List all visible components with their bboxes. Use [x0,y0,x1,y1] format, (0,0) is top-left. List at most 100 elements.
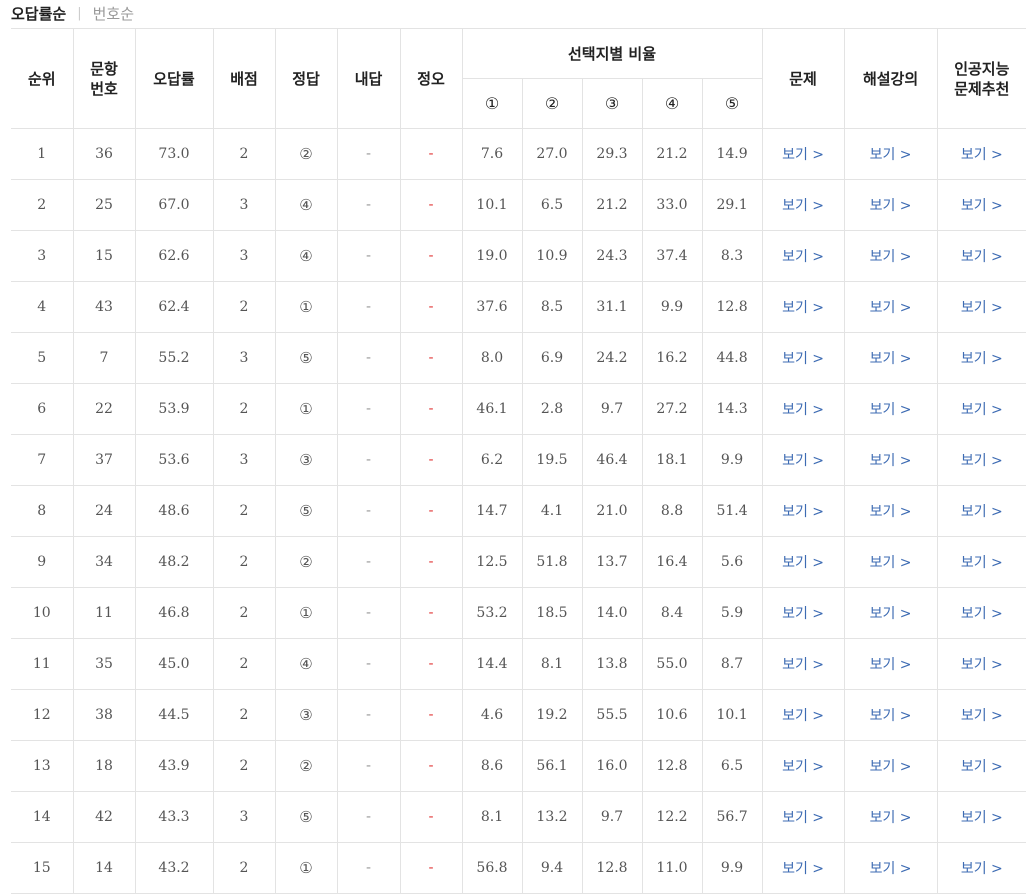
correct-wrong-cell: - [399,689,463,741]
view-lecture-link[interactable]: 보기 > [870,300,912,316]
lecture-cell: 보기 > [843,842,938,894]
choice-5-ratio-cell: 6.5 [701,740,763,792]
view-lecture-link[interactable]: 보기 > [870,402,912,418]
ai-recommend-cell: 보기 > [936,638,1026,690]
view-lecture-link[interactable]: 보기 > [870,606,912,622]
choice-5-ratio-cell: 56.7 [701,791,763,843]
view-ai-recommend-link[interactable]: 보기 > [961,708,1003,724]
view-ai-recommend-link[interactable]: 보기 > [961,861,1003,877]
lecture-cell: 보기 > [843,791,938,843]
view-ai-recommend-link[interactable]: 보기 > [961,249,1003,265]
view-problem-link[interactable]: 보기 > [782,657,824,673]
view-ai-recommend-link[interactable]: 보기 > [961,810,1003,826]
view-ai-recommend-link[interactable]: 보기 > [961,453,1003,469]
view-ai-recommend-link[interactable]: 보기 > [961,351,1003,367]
view-lecture-link[interactable]: 보기 > [870,504,912,520]
view-problem-link[interactable]: 보기 > [782,453,824,469]
view-ai-recommend-link[interactable]: 보기 > [961,657,1003,673]
view-ai-recommend-link[interactable]: 보기 > [961,300,1003,316]
view-ai-recommend-link[interactable]: 보기 > [961,198,1003,214]
choice-1-ratio-cell: 10.1 [461,179,523,231]
wrong-rate-cell: 62.6 [134,230,214,282]
view-problem-link[interactable]: 보기 > [782,147,824,163]
lecture-cell: 보기 > [843,587,938,639]
points-cell: 2 [212,740,276,792]
view-problem-link[interactable]: 보기 > [782,198,824,214]
choice-1-ratio-cell: 37.6 [461,281,523,333]
wrong-rate-cell: 67.0 [134,179,214,231]
view-problem-link[interactable]: 보기 > [782,555,824,571]
choice-1-ratio-cell: 46.1 [461,383,523,435]
choice-3-ratio-cell: 29.3 [581,128,643,180]
view-lecture-link[interactable]: 보기 > [870,249,912,265]
view-problem-link[interactable]: 보기 > [782,606,824,622]
view-lecture-link[interactable]: 보기 > [870,147,912,163]
header-choice-2: ② [521,78,583,129]
view-ai-recommend-link[interactable]: 보기 > [961,555,1003,571]
view-problem-link[interactable]: 보기 > [782,504,824,520]
view-lecture-link[interactable]: 보기 > [870,759,912,775]
view-ai-recommend-link[interactable]: 보기 > [961,147,1003,163]
choice-3-ratio-cell: 9.7 [581,383,643,435]
view-lecture-link[interactable]: 보기 > [870,657,912,673]
choice-5-ratio-cell: 12.8 [701,281,763,333]
view-lecture-link[interactable]: 보기 > [870,555,912,571]
view-problem-link[interactable]: 보기 > [782,402,824,418]
choice-4-ratio-cell: 8.8 [641,485,703,537]
problem-cell: 보기 > [761,740,845,792]
problem-cell: 보기 > [761,842,845,894]
view-lecture-link[interactable]: 보기 > [870,861,912,877]
lecture-cell: 보기 > [843,434,938,486]
answer-cell: ① [274,383,338,435]
problem-cell: 보기 > [761,230,845,282]
rank-cell: 3 [11,230,74,282]
view-problem-link[interactable]: 보기 > [782,708,824,724]
choice-1-ratio-cell: 6.2 [461,434,523,486]
answer-cell: ⑤ [274,332,338,384]
question-number-cell: 22 [72,383,136,435]
view-problem-link[interactable]: 보기 > [782,249,824,265]
view-lecture-link[interactable]: 보기 > [870,351,912,367]
wrong-rate-cell: 53.9 [134,383,214,435]
choice-2-ratio-cell: 19.2 [521,689,583,741]
choice-4-ratio-cell: 12.8 [641,740,703,792]
rank-cell: 8 [11,485,74,537]
view-problem-link[interactable]: 보기 > [782,861,824,877]
points-cell: 3 [212,230,276,282]
view-lecture-link[interactable]: 보기 > [870,453,912,469]
view-ai-recommend-link[interactable]: 보기 > [961,402,1003,418]
view-ai-recommend-link[interactable]: 보기 > [961,606,1003,622]
view-problem-link[interactable]: 보기 > [782,351,824,367]
rank-cell: 7 [11,434,74,486]
question-number-cell: 11 [72,587,136,639]
sort-tab-wrong-rate[interactable]: 오답률순 [11,3,66,24]
choice-2-ratio-cell: 8.1 [521,638,583,690]
points-cell: 3 [212,434,276,486]
wrong-rate-cell: 44.5 [134,689,214,741]
view-problem-link[interactable]: 보기 > [782,810,824,826]
rank-cell: 14 [11,791,74,843]
answer-cell: ① [274,281,338,333]
sort-tab-number[interactable]: 번호순 [93,3,134,24]
view-lecture-link[interactable]: 보기 > [870,198,912,214]
choice-1-ratio-cell: 8.0 [461,332,523,384]
answer-cell: ① [274,842,338,894]
question-number-cell: 18 [72,740,136,792]
view-problem-link[interactable]: 보기 > [782,759,824,775]
view-ai-recommend-link[interactable]: 보기 > [961,759,1003,775]
rank-cell: 11 [11,638,74,690]
header-wrong-rate: 오답률 [134,28,214,129]
view-problem-link[interactable]: 보기 > [782,300,824,316]
view-lecture-link[interactable]: 보기 > [870,708,912,724]
table-row: 13 18 43.9 2 ② - -8.6 56.1 16.0 12.8 6.5 보기 > 보기 > 보기… [11,740,1026,792]
choice-2-ratio-cell: 6.5 [521,179,583,231]
points-cell: 2 [212,638,276,690]
ai-recommend-cell: 보기 > [936,587,1026,639]
correct-wrong-cell: - [399,179,463,231]
view-lecture-link[interactable]: 보기 > [870,810,912,826]
view-ai-recommend-link[interactable]: 보기 > [961,504,1003,520]
wrong-rate-cell: 62.4 [134,281,214,333]
wrong-rate-table-wrapper: 순위 문항 번호 오답률 배점 정답 내답 정오 선택지별 비율 문제 해설강의… [11,28,1026,894]
header-choice-1: ① [462,78,523,129]
choice-1-ratio-cell: 12.5 [461,536,523,588]
